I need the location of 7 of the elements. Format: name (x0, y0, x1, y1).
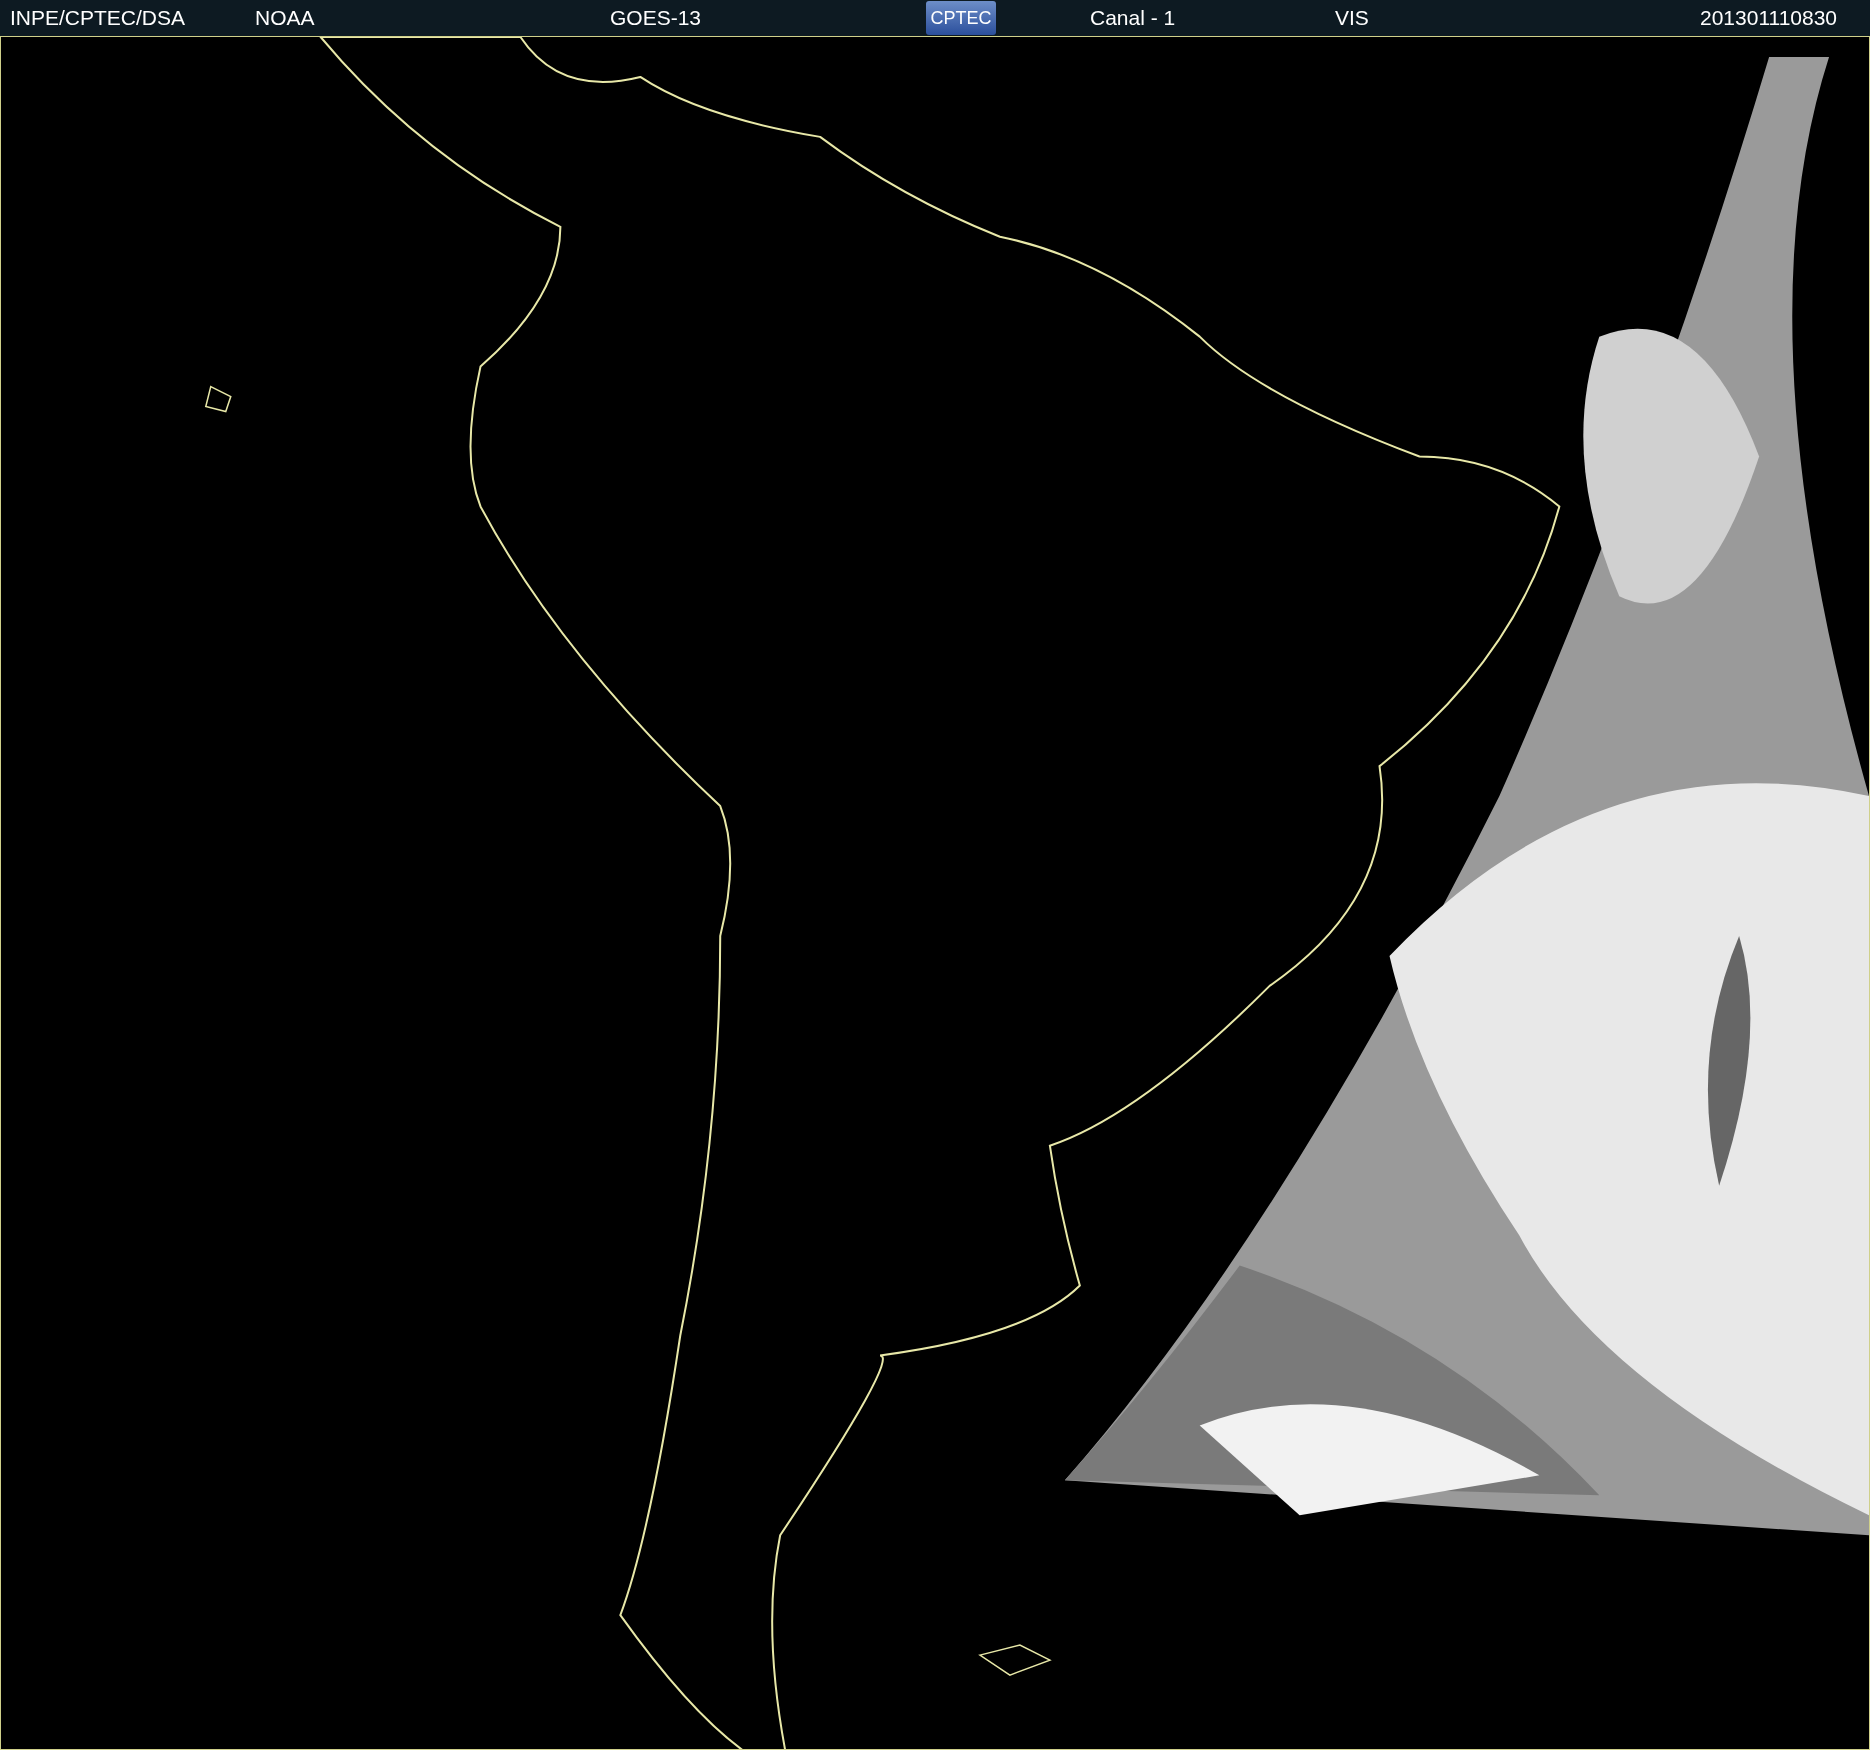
timestamp-label: 201301110830 (1700, 5, 1839, 32)
channel-label: Canal - 1 (1090, 5, 1177, 32)
satellite-label: GOES-13 (610, 5, 703, 32)
band-label: VIS (1335, 5, 1370, 32)
logo: CPTEC (926, 1, 996, 35)
agency-label: NOAA (255, 5, 316, 32)
source-label: INPE/CPTEC/DSA (10, 5, 187, 32)
